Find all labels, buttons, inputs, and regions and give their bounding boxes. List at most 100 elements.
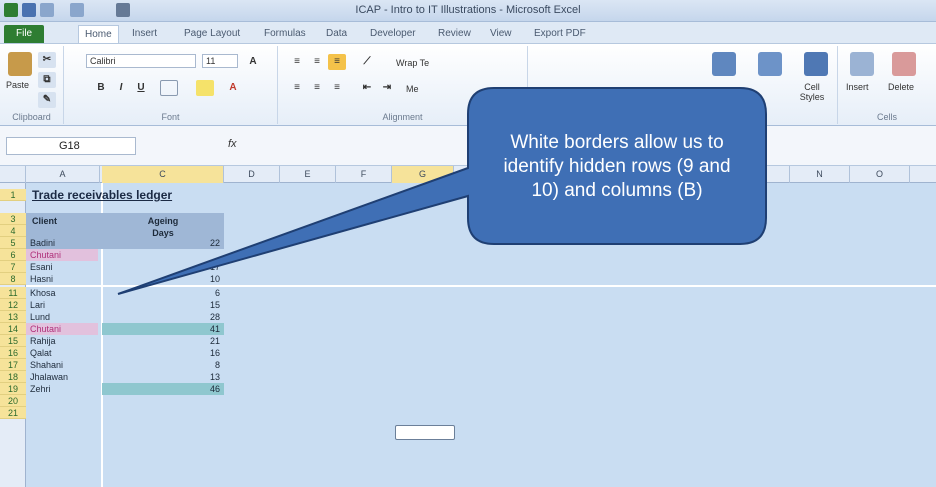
tab-page-layout[interactable]: Page Layout — [178, 25, 246, 43]
insert-button[interactable]: Insert — [846, 82, 869, 92]
fill-color-icon[interactable] — [196, 80, 214, 96]
format-table-icon[interactable] — [758, 52, 782, 76]
tab-insert[interactable]: Insert — [126, 25, 163, 43]
client-cell[interactable]: Jhalawan — [30, 371, 68, 383]
tab-data[interactable]: Data — [320, 25, 353, 43]
days-cell[interactable]: 46 — [102, 383, 220, 395]
column-header-p[interactable] — [910, 166, 936, 183]
select-all-corner[interactable] — [0, 166, 26, 183]
header-client[interactable]: Client — [32, 215, 57, 227]
row-header[interactable]: 3 — [0, 213, 26, 225]
delete-button[interactable]: Delete — [888, 82, 914, 92]
align-center-icon[interactable]: ≡ — [308, 80, 326, 96]
merge-center-button[interactable]: Me — [406, 84, 419, 94]
row-header[interactable]: 17 — [0, 359, 26, 371]
align-bottom-icon[interactable]: ≡ — [328, 54, 346, 70]
row-header[interactable]: 13 — [0, 311, 26, 323]
row-header[interactable]: 5 — [0, 237, 26, 249]
client-cell[interactable]: Qalat — [30, 347, 52, 359]
decrease-indent-icon[interactable]: ⇤ — [358, 80, 376, 96]
column-header-e[interactable]: E — [280, 166, 336, 183]
align-top-icon[interactable]: ≡ — [288, 54, 306, 70]
cut-icon[interactable]: ✂ — [38, 52, 56, 68]
tab-export-pdf[interactable]: Export PDF — [528, 25, 592, 43]
paste-label[interactable]: Paste — [6, 80, 29, 90]
tab-view[interactable]: View — [484, 25, 518, 43]
days-cell[interactable]: 16 — [102, 347, 220, 359]
days-cell[interactable]: 41 — [102, 323, 220, 335]
days-cell[interactable]: 17 — [102, 261, 220, 273]
underline-button[interactable]: U — [132, 80, 150, 96]
days-cell[interactable]: 28 — [102, 311, 220, 323]
row-header[interactable]: 15 — [0, 335, 26, 347]
client-cell[interactable]: Hasni — [30, 273, 53, 285]
row-header[interactable]: 8 — [0, 273, 26, 285]
italic-button[interactable]: I — [112, 80, 130, 96]
tab-developer[interactable]: Developer — [364, 25, 422, 43]
row-header[interactable]: 21 — [0, 407, 26, 419]
column-header-g[interactable]: G — [392, 166, 454, 183]
days-cell[interactable]: 21 — [102, 335, 220, 347]
copy-icon[interactable]: ⧉ — [38, 72, 56, 88]
borders-icon[interactable] — [160, 80, 178, 96]
client-cell[interactable]: Chutani — [30, 323, 61, 335]
header-ageing[interactable]: Ageing — [102, 215, 224, 227]
align-middle-icon[interactable]: ≡ — [308, 54, 326, 70]
font-size-select[interactable]: 11 — [202, 54, 238, 68]
row-header[interactable]: 18 — [0, 371, 26, 383]
row-header[interactable]: 4 — [0, 225, 26, 237]
days-cell[interactable]: 6 — [102, 287, 220, 299]
bold-button[interactable]: B — [92, 80, 110, 96]
row-header[interactable]: 7 — [0, 261, 26, 273]
client-cell[interactable]: Lari — [30, 299, 45, 311]
column-header-o[interactable]: O — [850, 166, 910, 183]
increase-indent-icon[interactable]: ⇥ — [378, 80, 396, 96]
days-cell[interactable]: 22 — [102, 237, 220, 249]
client-cell[interactable]: Chutani — [30, 249, 61, 261]
align-right-icon[interactable]: ≡ — [328, 80, 346, 96]
wrap-text-button[interactable]: Wrap Te — [396, 58, 429, 68]
row-header[interactable]: 19 — [0, 383, 26, 395]
grow-font-icon[interactable]: A — [244, 54, 262, 70]
name-box[interactable]: G18 — [6, 137, 136, 155]
column-header-c[interactable]: C — [102, 166, 224, 183]
row-header[interactable]: 14 — [0, 323, 26, 335]
tab-file[interactable]: File — [4, 25, 45, 43]
tab-formulas[interactable]: Formulas — [258, 25, 312, 43]
conditional-format-icon[interactable] — [712, 52, 736, 76]
client-cell[interactable]: Esani — [30, 261, 53, 273]
column-header-a[interactable]: A — [26, 166, 100, 183]
days-cell[interactable] — [102, 249, 220, 261]
insert-cells-icon[interactable] — [850, 52, 874, 76]
row-header[interactable]: 1 — [0, 189, 26, 201]
client-cell[interactable]: Khosa — [30, 287, 56, 299]
sheet-title[interactable]: Trade receivables ledger — [32, 189, 172, 201]
fx-icon[interactable]: fx — [228, 138, 237, 150]
client-cell[interactable]: Badini — [30, 237, 55, 249]
client-cell[interactable]: Rahija — [30, 335, 56, 347]
orientation-icon[interactable]: ⟋ — [358, 54, 376, 70]
selected-cell-g18[interactable] — [395, 425, 455, 440]
row-header[interactable]: 6 — [0, 249, 26, 261]
days-cell[interactable]: 15 — [102, 299, 220, 311]
row-header[interactable]: 12 — [0, 299, 26, 311]
row-header[interactable]: 16 — [0, 347, 26, 359]
cell-styles-icon[interactable] — [804, 52, 828, 76]
days-cell[interactable]: 13 — [102, 371, 220, 383]
tab-review[interactable]: Review — [432, 25, 477, 43]
row-header[interactable]: 20 — [0, 395, 26, 407]
delete-cells-icon[interactable] — [892, 52, 916, 76]
font-name-select[interactable]: Calibri — [86, 54, 196, 68]
format-painter-icon[interactable]: ✎ — [38, 92, 56, 108]
column-header-d[interactable]: D — [224, 166, 280, 183]
column-header-f[interactable]: F — [336, 166, 392, 183]
align-left-icon[interactable]: ≡ — [288, 80, 306, 96]
client-cell[interactable]: Lund — [30, 311, 50, 323]
client-cell[interactable]: Shahani — [30, 359, 63, 371]
row-header[interactable]: 11 — [0, 287, 26, 299]
cell-styles-label[interactable]: Cell Styles — [792, 82, 832, 102]
client-cell[interactable]: Zehri — [30, 383, 51, 395]
column-header-n[interactable]: N — [790, 166, 850, 183]
tab-home[interactable]: Home — [78, 25, 119, 43]
paste-icon[interactable] — [8, 52, 32, 76]
